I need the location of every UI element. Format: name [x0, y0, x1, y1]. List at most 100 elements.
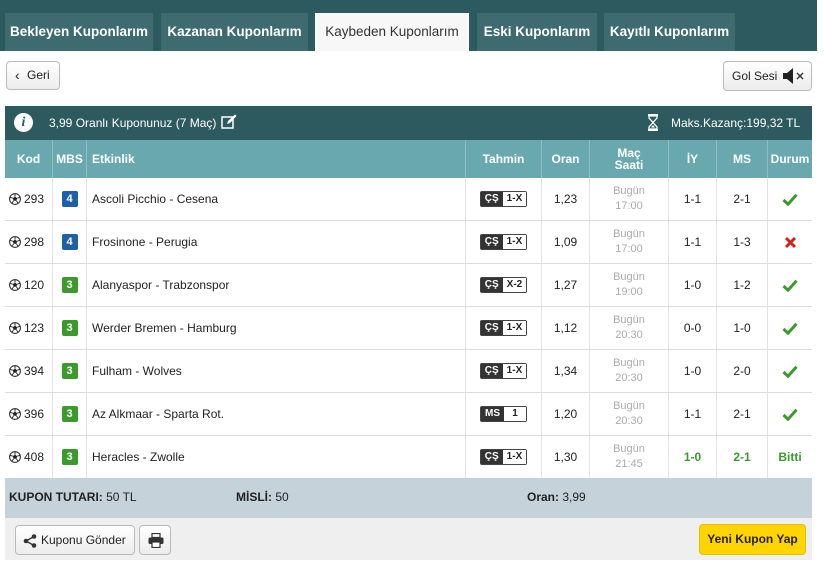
half-time-cell: 1-0 — [669, 350, 717, 392]
speaker-muted-icon — [783, 68, 804, 84]
half-time-score: 1-0 — [683, 364, 702, 378]
max-win: Maks.Kazanç:199,32 TL — [671, 116, 801, 130]
tab-winning-coupons[interactable]: Kazanan Kuponlarım — [161, 13, 308, 51]
back-button[interactable]: ‹ Geri — [6, 61, 60, 90]
soccer-ball-icon — [9, 193, 21, 205]
full-time-score: 1-0 — [733, 321, 751, 335]
hourglass-icon — [648, 114, 658, 131]
print-button[interactable] — [139, 525, 171, 555]
mbs-badge: 4 — [61, 234, 78, 250]
bet-type: ÇŞ — [480, 192, 503, 206]
soccer-ball-icon — [9, 236, 21, 248]
odds-value: 1,34 — [553, 364, 578, 378]
code-cell: 123 — [5, 307, 53, 349]
send-coupon-button[interactable]: Kuponu Gönder — [15, 525, 135, 555]
code-cell: 394 — [5, 350, 53, 392]
match-code: 123 — [24, 321, 45, 335]
check-icon — [782, 193, 798, 206]
coupon-summary: KUPON TUTARI: 50 TL MİSLİ: 50 Oran: 3,99 — [5, 478, 812, 518]
half-time-score: 1-1 — [683, 235, 702, 249]
half-time-score: 0-0 — [683, 321, 702, 335]
coupon-amount-label: KUPON TUTARI: — [9, 490, 103, 504]
col-status: Durum — [770, 152, 810, 166]
event-cell[interactable]: Werder Bremen - Hamburg — [87, 307, 466, 349]
check-icon — [782, 279, 798, 292]
send-coupon-label: Kuponu Gönder — [41, 533, 126, 547]
full-time-score: 2-1 — [733, 192, 751, 206]
edit-icon[interactable] — [221, 114, 237, 130]
event-name: Alanyaspor - Trabzonspor — [92, 278, 230, 292]
match-day: Bugün — [613, 400, 645, 412]
bet-type: ÇŞ — [480, 450, 503, 464]
match-time: 21:45 — [615, 458, 643, 470]
code-cell: 120 — [5, 264, 53, 306]
tab-pending-coupons[interactable]: Bekleyen Kuponlarım — [5, 13, 153, 51]
event-name: Werder Bremen - Hamburg — [92, 321, 237, 335]
match-code: 396 — [24, 407, 45, 421]
event-cell[interactable]: Ascoli Picchio - Cesena — [87, 178, 466, 220]
pick-badge: MS 1 — [480, 406, 527, 422]
back-label: Geri — [27, 68, 50, 82]
event-cell[interactable]: Frosinone - Perugia — [87, 221, 466, 263]
pick-cell: ÇŞ 1-X — [466, 307, 542, 349]
tab-saved-coupons[interactable]: Kayıtlı Kuponlarım — [604, 13, 735, 51]
match-time: 20:30 — [615, 329, 643, 341]
half-time-cell: 1-1 — [669, 178, 717, 220]
event-name: Frosinone - Perugia — [92, 235, 198, 249]
cross-icon — [784, 236, 796, 248]
full-time-cell: 2-0 — [717, 350, 768, 392]
event-cell[interactable]: Az Alkmaar - Sparta Rot. — [87, 393, 466, 435]
mbs-badge: 3 — [61, 406, 78, 422]
mbs-cell: 3 — [53, 307, 87, 349]
full-time-score: 1-2 — [733, 278, 751, 292]
half-time-cell: 1-0 — [669, 436, 717, 478]
match-day: Bugün — [613, 228, 645, 240]
match-day: Bugün — [613, 271, 645, 283]
new-coupon-button[interactable]: Yeni Kupon Yap — [699, 524, 806, 555]
status-cell — [768, 393, 812, 435]
pick-badge: ÇŞ 1-X — [479, 363, 528, 379]
tab-losing-coupons[interactable]: Kaybeden Kuponlarım — [315, 13, 469, 51]
event-cell[interactable]: Heracles - Zwolle — [87, 436, 466, 478]
mbs-badge: 4 — [61, 191, 78, 207]
event-name: Az Alkmaar - Sparta Rot. — [92, 407, 225, 421]
event-cell[interactable]: Fulham - Wolves — [87, 350, 466, 392]
mbs-badge: 3 — [61, 320, 78, 336]
status-cell — [768, 178, 812, 220]
mbs-badge: 3 — [61, 363, 78, 379]
col-match-time-line2: Saati — [614, 158, 644, 172]
col-half-time: İY — [669, 140, 717, 178]
mbs-cell: 3 — [53, 436, 87, 478]
pick-value: 1 — [504, 407, 526, 421]
table-row: 394 3 Fulham - Wolves ÇŞ 1-X 1,34 Bugün 20:30 1-… — [5, 350, 812, 393]
full-time-score: 2-1 — [733, 407, 751, 421]
odds-cell: 1,23 — [542, 178, 590, 220]
pick-value: 1-X — [502, 364, 527, 378]
full-time-cell: 1-2 — [717, 264, 768, 306]
half-time-score: 1-1 — [683, 407, 702, 421]
total-odds: Oran: 3,99 — [527, 490, 586, 504]
table-row: 396 3 Az Alkmaar - Sparta Rot. MS 1 1,20 Bugün… — [5, 393, 812, 436]
actions-bar: Kuponu Gönder Yeni Kupon Yap — [5, 518, 812, 560]
match-day: Bugün — [613, 443, 645, 455]
coupon-amount-value: 50 TL — [106, 490, 137, 504]
pick-cell: ÇŞ X-2 — [466, 264, 542, 306]
half-time-score: 1-0 — [683, 278, 702, 292]
tab-old-coupons[interactable]: Eski Kuponlarım — [477, 13, 597, 51]
multiplier: MİSLİ: 50 — [236, 490, 289, 504]
goal-sound-button[interactable]: Gol Sesi — [723, 61, 812, 91]
pick-value: 1-X — [502, 321, 527, 335]
odds-value: 1,09 — [553, 235, 578, 249]
match-day: Bugün — [613, 357, 645, 369]
event-name: Ascoli Picchio - Cesena — [92, 192, 219, 206]
full-time-cell: 2-1 — [717, 178, 768, 220]
event-cell[interactable]: Alanyaspor - Trabzonspor — [87, 264, 466, 306]
table-row: 123 3 Werder Bremen - Hamburg ÇŞ 1-X 1,12 Bugü… — [5, 307, 812, 350]
full-time-cell: 1-0 — [717, 307, 768, 349]
mbs-cell: 3 — [53, 393, 87, 435]
half-time-score: 1-0 — [683, 450, 702, 464]
table-row: 408 3 Heracles - Zwolle ÇŞ 1-X 1,30 Bugün 21:45… — [5, 436, 812, 479]
pick-cell: MS 1 — [466, 393, 542, 435]
status-cell — [768, 264, 812, 306]
status-cell — [768, 307, 812, 349]
